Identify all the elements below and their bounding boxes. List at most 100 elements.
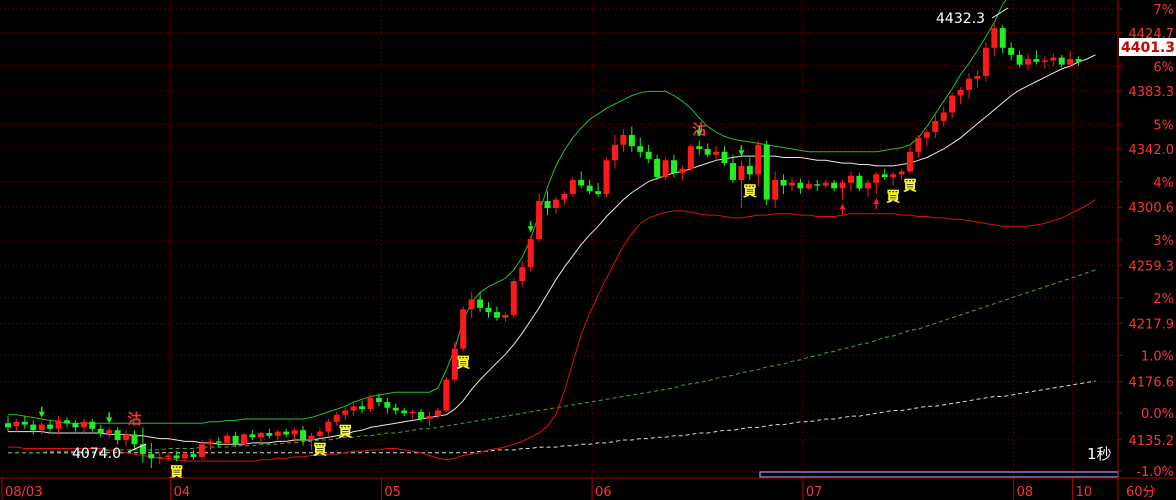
candle-body [477, 299, 484, 308]
y-tick-label: 4259.3 [1129, 259, 1175, 274]
ma-longer-line [8, 380, 1096, 454]
candle-body [713, 151, 720, 155]
candle-body [595, 191, 602, 195]
candle-body [1075, 59, 1082, 62]
candle-body [907, 151, 914, 172]
buy-signal: 買 [456, 355, 471, 371]
candle-body [13, 421, 20, 426]
y-tick-label: 6% [1153, 60, 1174, 75]
bollinger-bands [8, 0, 1096, 462]
candle-body [409, 411, 416, 414]
candle-body [224, 435, 231, 443]
candle-body [89, 421, 96, 429]
candle-body [746, 165, 753, 175]
candle-body [578, 179, 585, 186]
candle-body [940, 112, 947, 121]
candle-body [401, 410, 408, 414]
candle-body [679, 168, 686, 173]
candle-body [1025, 59, 1032, 65]
candle-body [999, 28, 1006, 48]
buy-signal: 買 [743, 184, 758, 200]
candle-body [788, 182, 795, 186]
candle-body [1058, 57, 1065, 65]
candle-body [552, 199, 559, 209]
candle-body [772, 179, 779, 200]
candle-body [64, 420, 71, 424]
candle-body [5, 423, 11, 428]
candle-body [114, 430, 121, 441]
scrollbar[interactable] [759, 471, 1119, 478]
candle-body [510, 281, 517, 315]
candle-body [418, 411, 425, 419]
candle-body [468, 299, 475, 310]
candle-body [1016, 54, 1023, 65]
candle-body [215, 441, 222, 443]
annotations: 4432.3 4074.0 1秒 [72, 7, 1119, 478]
candle-body [569, 179, 576, 195]
candle-body [443, 379, 450, 411]
y-tick-label: 4% [1153, 176, 1174, 191]
current-price-value: 4401.3 [1121, 40, 1175, 56]
candle-body [249, 434, 256, 438]
buy-signal: 買 [886, 190, 901, 206]
candle-body [839, 182, 846, 189]
candle-body [915, 137, 922, 152]
candle-body [182, 454, 189, 459]
y-tick-label: 4342.0 [1129, 143, 1175, 158]
candle-body [47, 424, 54, 429]
candlestick-chart: 沽買買買買沽買買買 4432.3 4074.0 1秒 7%4424.76%438… [0, 0, 1176, 500]
candle-body [80, 421, 87, 428]
candle-body [367, 397, 374, 410]
candle-body [342, 410, 349, 415]
candle-body [974, 75, 981, 79]
candle-body [611, 144, 618, 161]
candle-body [274, 431, 281, 436]
x-tick-label: 04 [174, 485, 191, 500]
low-label: 4074.0 [72, 446, 121, 462]
candle-body [1033, 59, 1040, 62]
candle-body [662, 160, 669, 178]
candle-body [502, 314, 509, 318]
candle-body [190, 454, 197, 457]
y-tick-label: 0.0% [1141, 407, 1174, 422]
period-label[interactable]: 60分 [1126, 485, 1156, 500]
candle-body [207, 441, 214, 445]
candle-body [55, 420, 62, 429]
candle-body [536, 201, 543, 239]
candle-body [1041, 60, 1048, 62]
y-tick-label: 2% [1153, 292, 1174, 307]
candle-body [586, 185, 593, 192]
candle-body [982, 47, 989, 76]
candle-body [687, 146, 694, 169]
bollinger-upper-line [8, 0, 1007, 424]
candle-body [350, 406, 357, 411]
candle-body [797, 182, 804, 189]
candle-body [300, 430, 307, 441]
candle-body [831, 182, 838, 189]
candle-body [97, 428, 104, 434]
candle-body [991, 28, 998, 48]
buy-signal: 買 [338, 424, 353, 440]
candle-body [434, 410, 441, 417]
candle-body [628, 134, 635, 147]
candle-body [173, 455, 180, 459]
y-tick-label: 4176.6 [1129, 376, 1175, 391]
candle-body [856, 175, 863, 189]
candle-body [392, 407, 399, 411]
candle-body [1008, 47, 1015, 55]
y-tick-label: 7% [1153, 3, 1174, 18]
candle-body [148, 454, 155, 459]
down-arrow-icon [38, 411, 45, 418]
candle-body [493, 312, 500, 318]
candle-body [890, 174, 897, 178]
candle-body [949, 95, 956, 113]
candle-body [848, 175, 854, 183]
candle-body [654, 158, 661, 178]
candle-body [805, 184, 812, 189]
candle-body [527, 239, 534, 268]
x-tick-label: 06 [595, 485, 612, 500]
candle-body [544, 201, 551, 209]
candle-body [873, 174, 880, 183]
candle-body [729, 163, 736, 180]
candle-body [460, 309, 467, 349]
